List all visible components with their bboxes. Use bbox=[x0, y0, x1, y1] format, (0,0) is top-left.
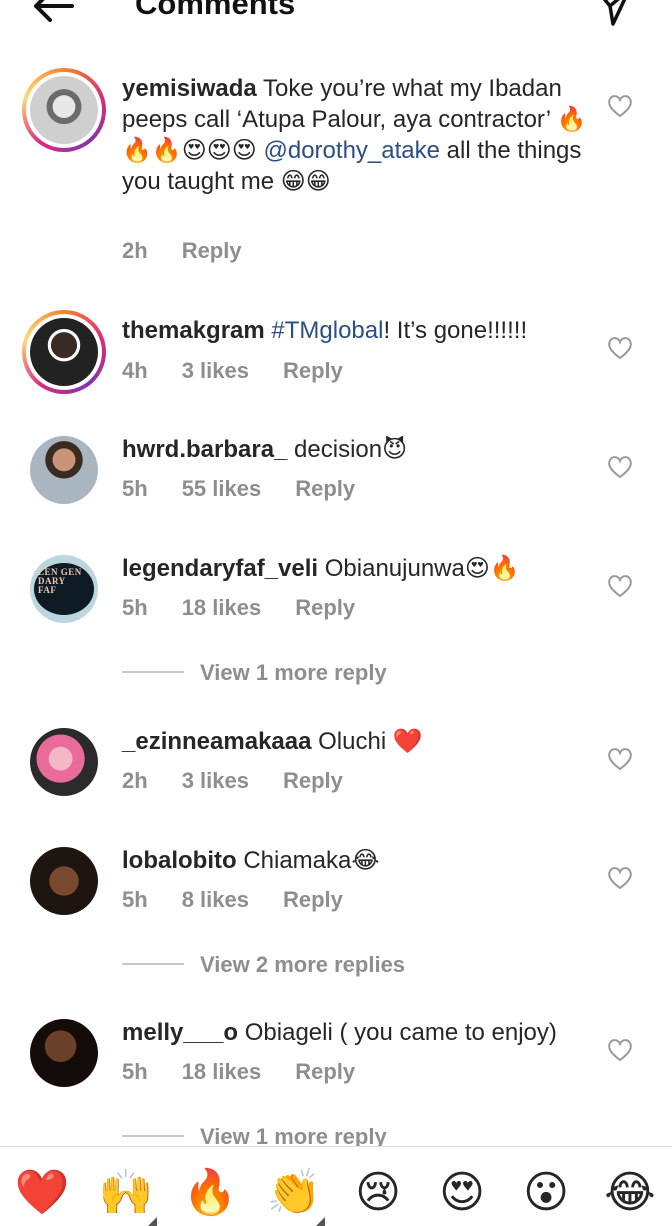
divider-line bbox=[122, 963, 184, 966]
reply-button[interactable]: Reply bbox=[182, 238, 242, 264]
avatar[interactable] bbox=[22, 68, 106, 152]
reply-button[interactable]: Reply bbox=[295, 1059, 355, 1085]
comment-username[interactable]: lobalobito bbox=[122, 847, 237, 874]
skin-tone-indicator-icon bbox=[316, 1217, 325, 1226]
hashtag-link[interactable]: #TMglobal bbox=[271, 317, 383, 344]
comment-time: 5h bbox=[122, 1059, 148, 1084]
comment-username[interactable]: themakgram bbox=[122, 317, 265, 344]
comment-username[interactable]: legendaryfaf_veli bbox=[122, 555, 318, 582]
divider-line bbox=[122, 671, 184, 674]
likes-count[interactable]: 8 likes bbox=[182, 887, 249, 913]
send-icon[interactable] bbox=[593, 0, 633, 28]
comment-body: Obianujunwa😍🔥 bbox=[318, 555, 520, 582]
emoji-reaction-bar: ❤️ 🙌 🔥 👏 😢 😍 😮 😂 bbox=[0, 1146, 672, 1226]
comment-username[interactable]: yemisiwada bbox=[122, 75, 257, 102]
comment-text: lobalobito Chiamaka😂 bbox=[122, 845, 592, 876]
comment-text: legendaryfaf_veli Obianujunwa😍🔥 bbox=[122, 553, 592, 584]
avatar[interactable]: LEN GEN DARY FAF bbox=[30, 555, 98, 623]
comment-text: hwrd.barbara_ decision😈 bbox=[122, 434, 592, 465]
comment-time: 5h bbox=[122, 476, 148, 501]
view-more-label[interactable]: View 2 more replies bbox=[200, 952, 405, 977]
view-more-replies[interactable]: View 2 more replies bbox=[122, 952, 405, 978]
red-heart-emoji-button[interactable]: ❤️ bbox=[14, 1165, 70, 1221]
comment-text: _ezinneamakaaa Oluchi ❤️ bbox=[122, 726, 592, 757]
comment-text: themakgram #TMglobal! It’s gone!!!!!! bbox=[122, 315, 592, 346]
heart-icon[interactable] bbox=[607, 1038, 633, 1062]
avatar-logo-text: LEN GEN DARY FAF bbox=[38, 567, 82, 595]
comment-time: 2h bbox=[122, 238, 148, 263]
comment-username[interactable]: melly___o bbox=[122, 1019, 238, 1046]
back-arrow-icon[interactable] bbox=[30, 0, 76, 26]
reply-button[interactable]: Reply bbox=[295, 595, 355, 621]
comment-time: 5h bbox=[122, 595, 148, 620]
comment-meta: 2h 3 likes Reply bbox=[122, 768, 377, 794]
comment-body: ! It’s gone!!!!!! bbox=[383, 317, 528, 344]
clapping-hands-emoji-button[interactable]: 👏 bbox=[266, 1165, 322, 1221]
comment-meta: 4h 3 likes Reply bbox=[122, 358, 377, 384]
likes-count[interactable]: 3 likes bbox=[182, 358, 249, 384]
reply-button[interactable]: Reply bbox=[283, 887, 343, 913]
comment-body: Chiamaka😂 bbox=[236, 847, 380, 874]
fire-emoji-button[interactable]: 🔥 bbox=[182, 1165, 238, 1221]
tears-of-joy-emoji-button[interactable]: 😂 bbox=[602, 1165, 658, 1221]
comment-text: melly___o Obiageli ( you came to enjoy) bbox=[122, 1017, 592, 1048]
header-bar: Comments bbox=[0, 0, 672, 40]
surprised-face-emoji-button[interactable]: 😮 bbox=[518, 1165, 574, 1221]
comment-text: yemisiwada Toke you’re what my Ibadan pe… bbox=[122, 73, 592, 197]
likes-count[interactable]: 55 likes bbox=[182, 476, 262, 502]
heart-icon[interactable] bbox=[607, 866, 633, 890]
heart-icon[interactable] bbox=[607, 574, 633, 598]
view-more-label[interactable]: View 1 more reply bbox=[200, 660, 387, 685]
comment-time: 5h bbox=[122, 887, 148, 912]
comment-time: 4h bbox=[122, 358, 148, 383]
comment-meta: 5h 18 likes Reply bbox=[122, 595, 389, 621]
avatar[interactable] bbox=[30, 1019, 98, 1087]
reply-button[interactable]: Reply bbox=[283, 768, 343, 794]
reply-button[interactable]: Reply bbox=[283, 358, 343, 384]
page-title: Comments bbox=[135, 0, 296, 21]
heart-icon[interactable] bbox=[607, 94, 633, 118]
comment-username[interactable]: hwrd.barbara_ bbox=[122, 436, 287, 463]
comment-body: Obiageli ( you came to enjoy) bbox=[238, 1019, 557, 1046]
comment-time: 2h bbox=[122, 768, 148, 793]
likes-count[interactable]: 3 likes bbox=[182, 768, 249, 794]
heart-icon[interactable] bbox=[607, 455, 633, 479]
heart-icon[interactable] bbox=[607, 747, 633, 771]
likes-count[interactable]: 18 likes bbox=[182, 595, 262, 621]
comment-username[interactable]: _ezinneamakaaa bbox=[122, 728, 311, 755]
comment-meta: 5h 18 likes Reply bbox=[122, 1059, 389, 1085]
heart-icon[interactable] bbox=[607, 336, 633, 360]
comment-body: Oluchi ❤️ bbox=[311, 728, 423, 755]
mention-link[interactable]: @dorothy_atake bbox=[264, 137, 440, 164]
avatar[interactable] bbox=[22, 310, 106, 394]
comment-body: decision😈 bbox=[287, 436, 408, 463]
skin-tone-indicator-icon bbox=[148, 1217, 157, 1226]
comment-meta: 2h Reply bbox=[122, 238, 276, 264]
reply-button[interactable]: Reply bbox=[295, 476, 355, 502]
divider-line bbox=[122, 1135, 184, 1138]
avatar[interactable] bbox=[30, 728, 98, 796]
likes-count[interactable]: 18 likes bbox=[182, 1059, 262, 1085]
heart-eyes-emoji-button[interactable]: 😍 bbox=[434, 1165, 490, 1221]
comment-meta: 5h 8 likes Reply bbox=[122, 887, 377, 913]
avatar[interactable] bbox=[30, 847, 98, 915]
comment-meta: 5h 55 likes Reply bbox=[122, 476, 389, 502]
avatar[interactable] bbox=[30, 436, 98, 504]
crying-face-emoji-button[interactable]: 😢 bbox=[350, 1165, 406, 1221]
raising-hands-emoji-button[interactable]: 🙌 bbox=[98, 1165, 154, 1221]
view-more-replies[interactable]: View 1 more reply bbox=[122, 660, 387, 686]
